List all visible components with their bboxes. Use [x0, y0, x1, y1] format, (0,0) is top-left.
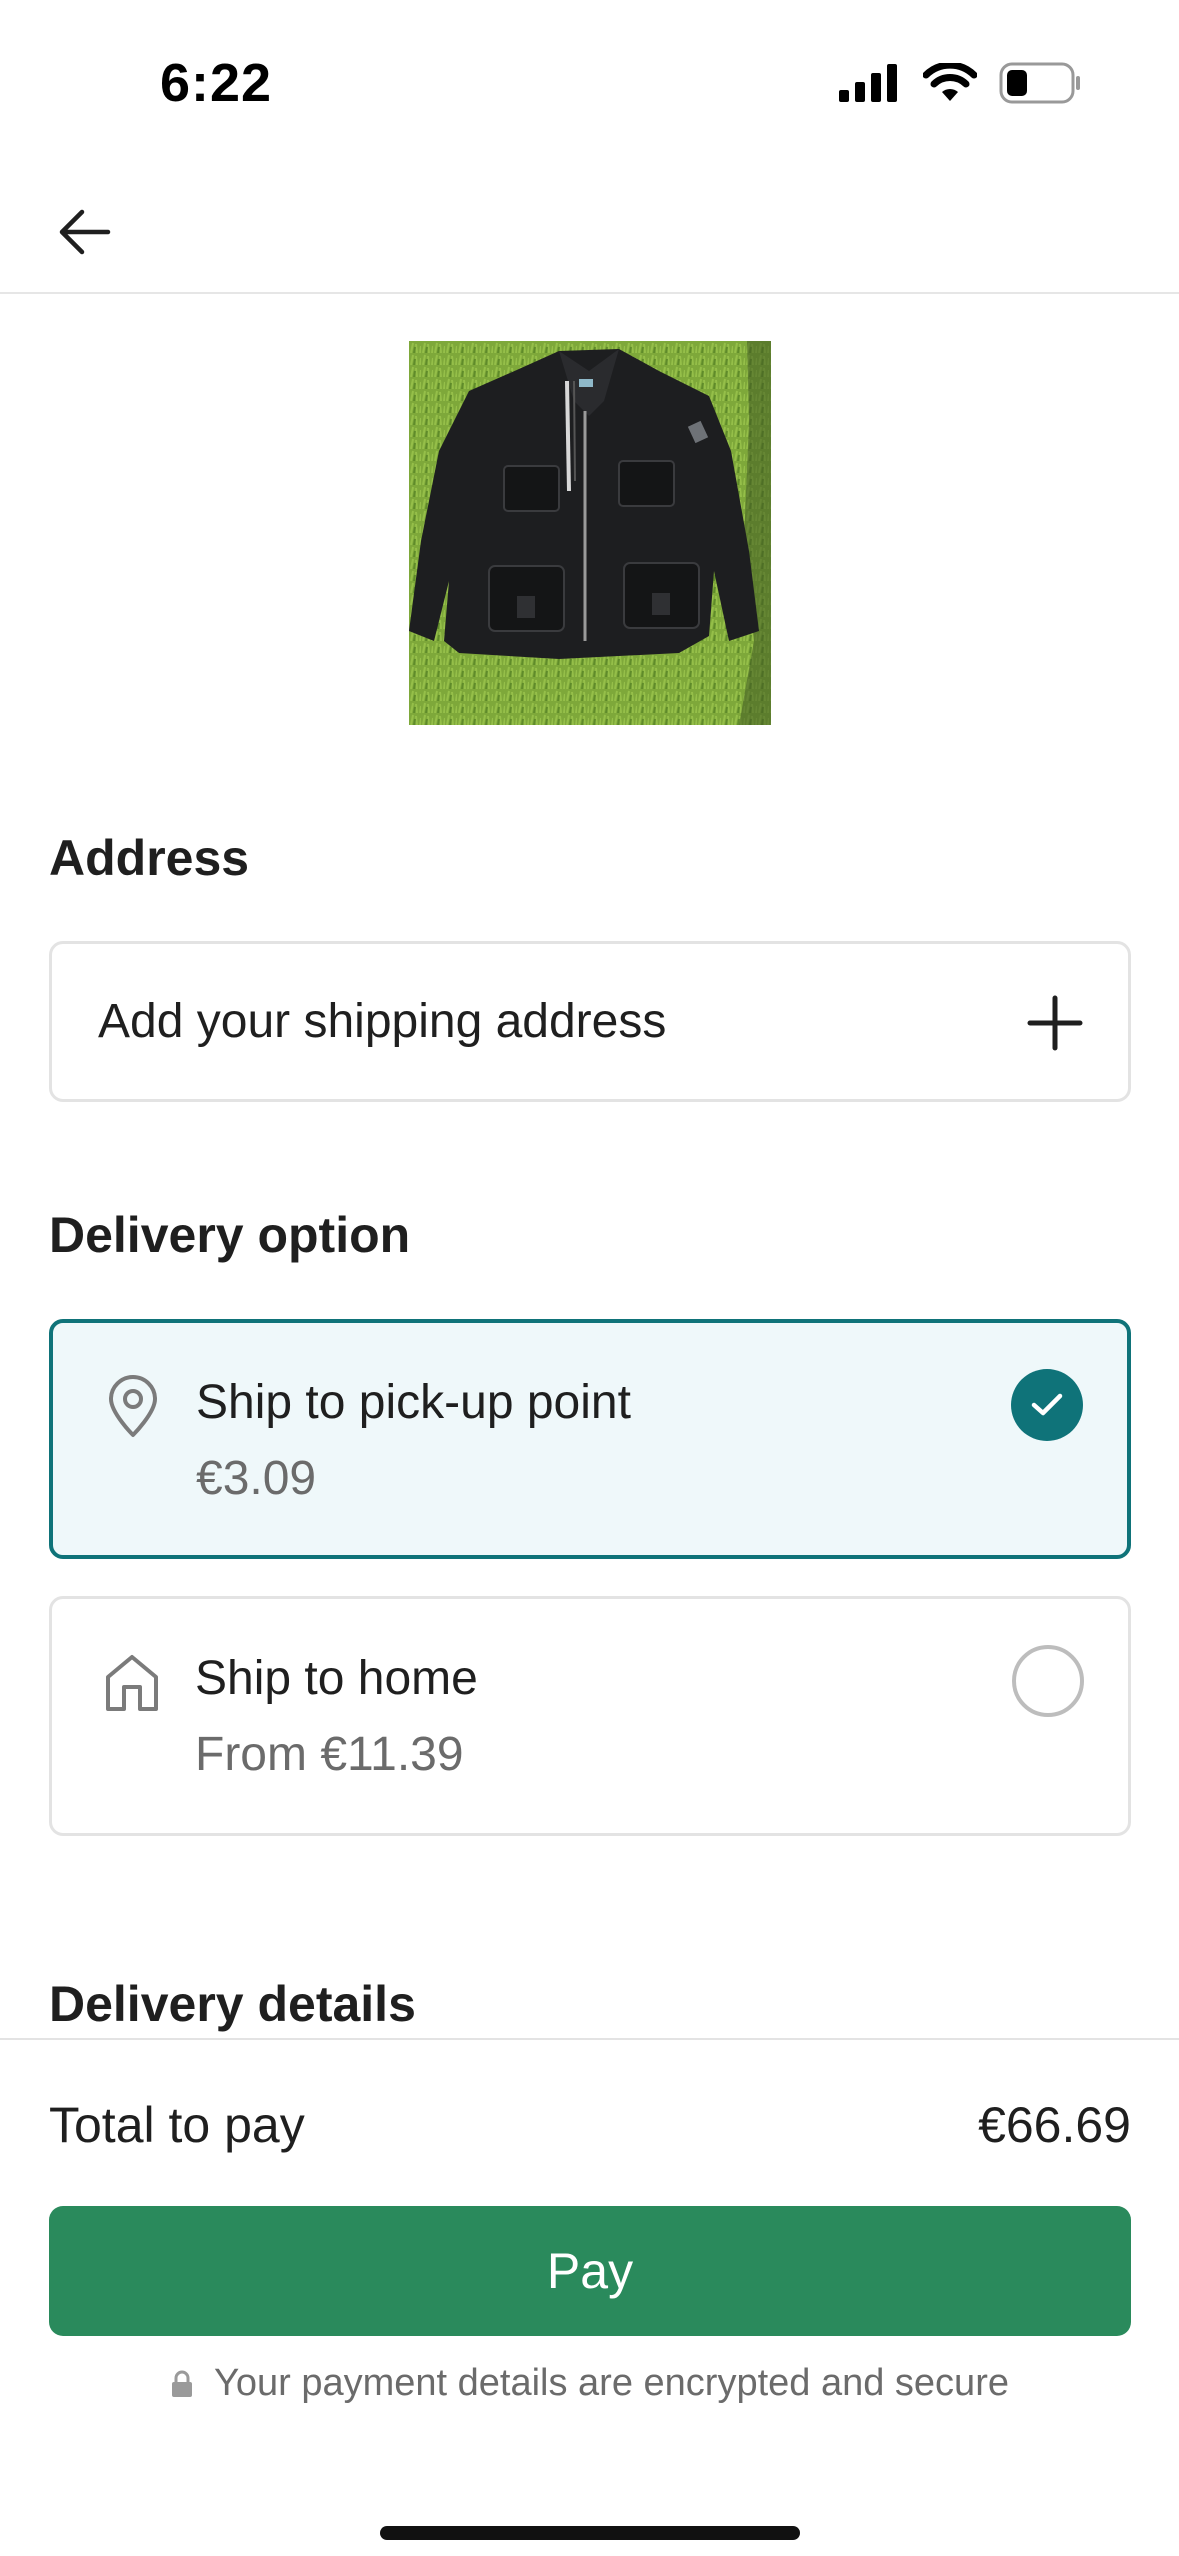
plus-icon	[1027, 995, 1083, 1051]
house-icon	[106, 1655, 158, 1711]
radio-selected[interactable]	[1011, 1369, 1083, 1441]
signal-icon	[839, 64, 897, 102]
option-price: €3.09	[196, 1452, 317, 1505]
option-price: From €11.39	[195, 1728, 464, 1781]
location-pin-icon	[109, 1375, 157, 1437]
address-title: Address	[49, 830, 250, 886]
wifi-icon	[923, 63, 977, 101]
total-label: Total to pay	[49, 2097, 305, 2153]
pay-button[interactable]: Pay	[49, 2206, 1131, 2336]
delivery-option-title: Delivery option	[49, 1207, 411, 1263]
add-address-label: Add your shipping address	[98, 995, 667, 1048]
jacket-photo	[409, 341, 771, 725]
radio-unselected[interactable]	[1012, 1645, 1084, 1717]
pickup-point-option[interactable]: Ship to pick-up point €3.09	[49, 1319, 1131, 1559]
nav-bar	[0, 170, 1179, 294]
battery-icon	[999, 62, 1080, 104]
checkmark-icon	[1031, 1393, 1063, 1416]
status-icons	[839, 62, 1081, 104]
secure-notice: Your payment details are encrypted and s…	[0, 2362, 1179, 2405]
secure-text: Your payment details are encrypted and s…	[214, 2362, 1009, 2404]
option-title: Ship to home	[195, 1652, 478, 1705]
checkout-panel: Total to pay €66.69 Pay Your payment det…	[0, 2038, 1179, 2556]
home-delivery-option[interactable]: Ship to home From €11.39	[49, 1596, 1131, 1836]
status-time: 6:22	[160, 53, 273, 113]
delivery-details-title: Delivery details	[49, 1976, 416, 2032]
lock-icon	[172, 2370, 192, 2397]
arrow-left-icon	[59, 209, 111, 255]
back-button[interactable]	[46, 194, 122, 270]
total-value: €66.69	[978, 2097, 1131, 2153]
product-image	[409, 341, 771, 725]
status-bar: 6:22	[0, 0, 1179, 170]
add-address-button[interactable]: Add your shipping address	[49, 941, 1131, 1102]
option-title: Ship to pick-up point	[196, 1376, 631, 1429]
home-indicator[interactable]	[380, 2526, 800, 2540]
